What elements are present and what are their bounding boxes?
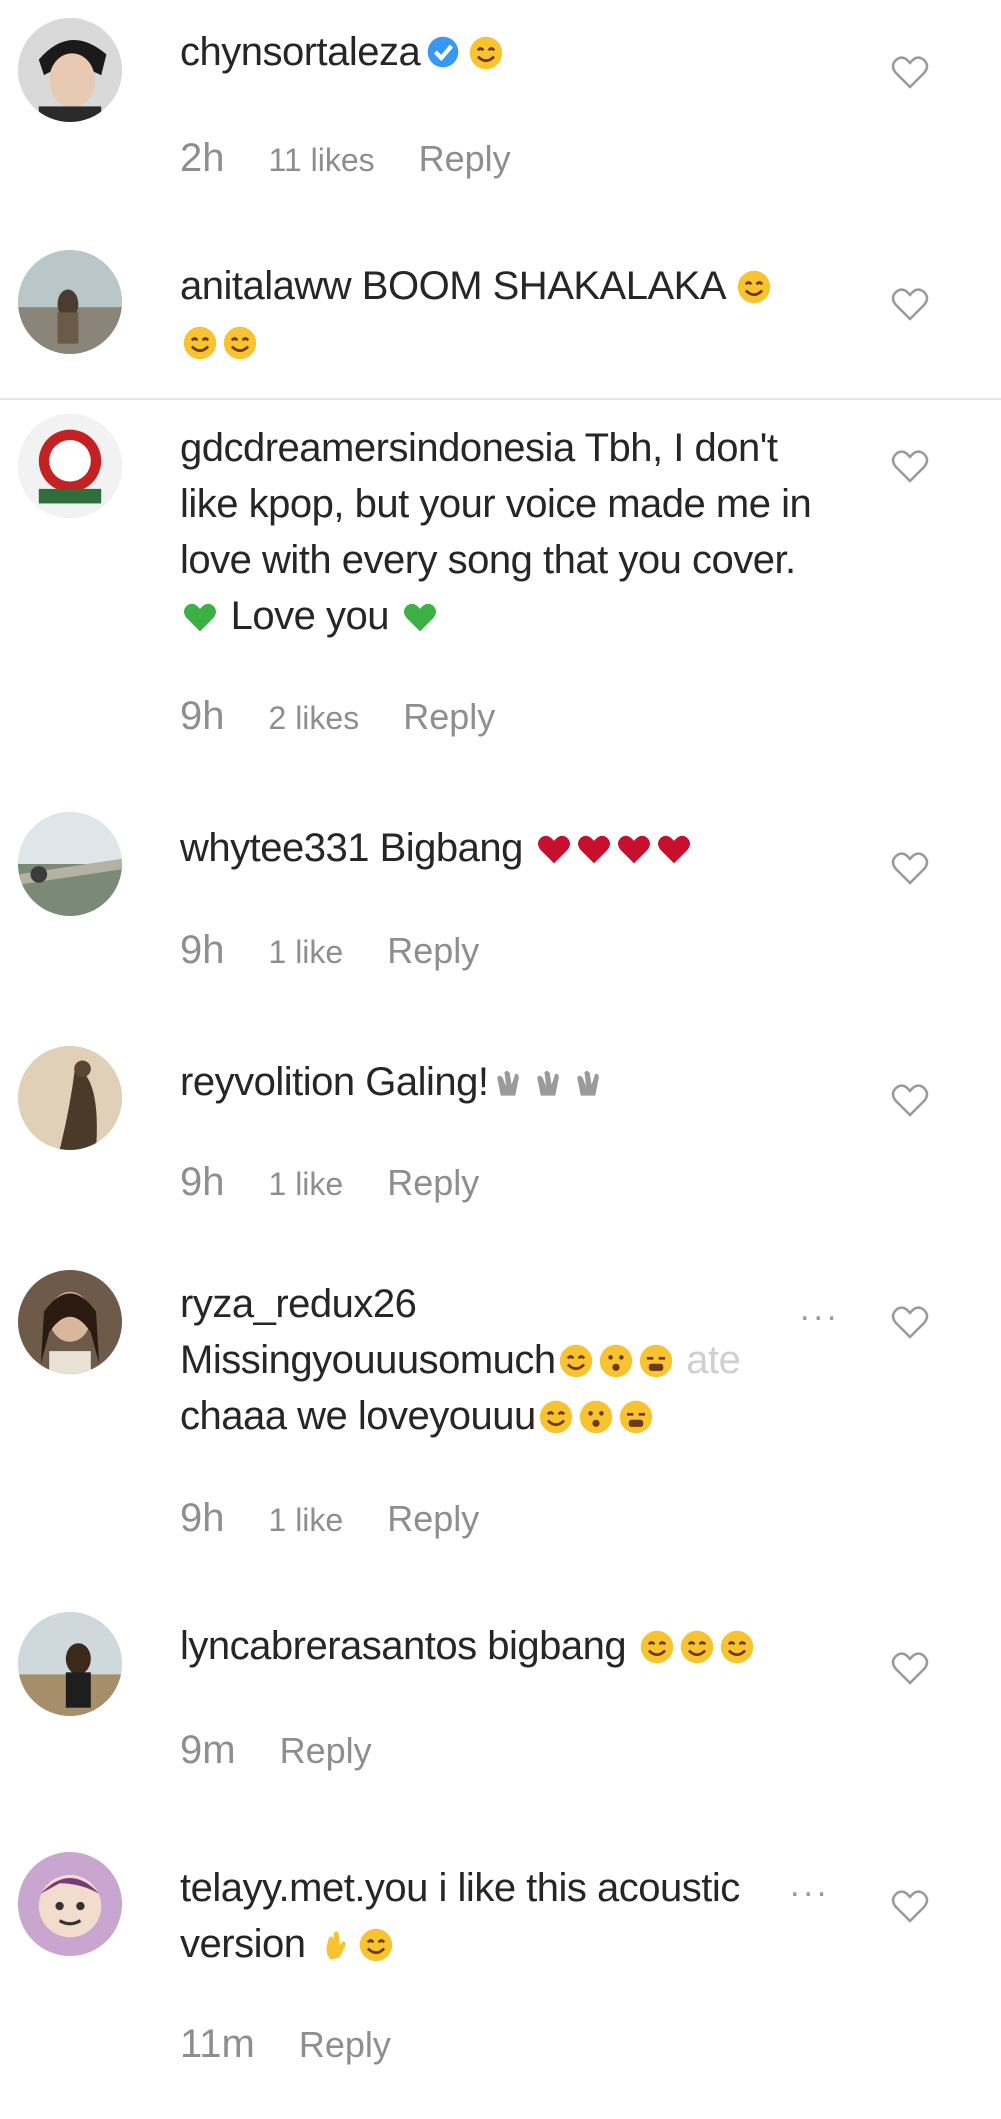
smile-emoji (358, 1927, 394, 1963)
timestamp: 9h (180, 1496, 225, 1540)
comment-text: telayy.met.you i like this acoustic vers… (180, 1860, 840, 1972)
comment-body: Bigbang (379, 826, 524, 870)
timestamp: 11m (180, 2022, 255, 2066)
comment-body: Galing! (365, 1060, 489, 1104)
green-heart-emoji (182, 599, 218, 635)
smile-emoji (538, 1399, 574, 1435)
username[interactable]: gdcdreamersindonesia (180, 426, 575, 470)
clap-emoji (530, 1065, 566, 1101)
smile-emoji (558, 1343, 594, 1379)
heart-icon[interactable] (890, 284, 930, 324)
comment-body: bigbang (487, 1624, 627, 1668)
comment-text: chynsortaleza (180, 24, 840, 80)
heart-icon[interactable] (890, 1080, 930, 1120)
clap-emoji (570, 1065, 606, 1101)
hand-emoji (318, 1927, 354, 1963)
username[interactable]: telayy.met.you (180, 1866, 428, 1910)
comment-text: anitalaww BOOM SHAKALAKA (180, 258, 840, 370)
reply-button[interactable]: Reply (387, 1498, 479, 1540)
avatar[interactable] (18, 250, 122, 354)
cry-emoji (638, 1343, 674, 1379)
heart-icon[interactable] (890, 1886, 930, 1926)
smile-emoji (182, 325, 218, 361)
username[interactable]: ryza_redux26 (180, 1282, 417, 1326)
heart-icon[interactable] (890, 848, 930, 888)
smile-emoji (639, 1629, 675, 1665)
comment-text: reyvolition Galing! (180, 1054, 840, 1110)
more-options-icon[interactable]: ... (790, 1866, 830, 1905)
comment-text: whytee331 Bigbang (180, 820, 840, 876)
username[interactable]: reyvolition (180, 1060, 355, 1104)
comment-body: BOOM SHAKALAKA (361, 264, 725, 308)
smile-emoji (736, 269, 772, 305)
comment-text: ryza_redux26 Missingyouuusomuch ate chaa… (180, 1276, 840, 1444)
avatar[interactable] (18, 1046, 122, 1150)
comment-text: gdcdreamersindonesia Tbh, I don't like k… (180, 420, 840, 644)
smile-emoji (679, 1629, 715, 1665)
likes-count[interactable]: 1 like (269, 1502, 344, 1539)
comment-meta: 9h 2 likes Reply (180, 694, 495, 739)
green-heart-emoji (402, 599, 438, 635)
likes-count[interactable]: 1 like (269, 934, 344, 971)
more-options-icon[interactable]: ... (800, 1290, 840, 1329)
reply-button[interactable]: Reply (387, 1162, 479, 1204)
heart-icon[interactable] (890, 1648, 930, 1688)
timestamp: 9h (180, 1160, 225, 1204)
avatar[interactable] (18, 1270, 122, 1374)
reply-button[interactable]: Reply (419, 138, 511, 180)
reply-button[interactable]: Reply (280, 1730, 372, 1772)
heart-icon[interactable] (890, 446, 930, 486)
username[interactable]: whytee331 (180, 826, 369, 870)
avatar[interactable] (18, 812, 122, 916)
red-heart-emoji (576, 831, 612, 867)
reply-button[interactable]: Reply (299, 2024, 391, 2066)
avatar[interactable] (18, 1852, 122, 1956)
comment-meta: 11m Reply (180, 2022, 391, 2067)
red-heart-emoji (616, 831, 652, 867)
likes-count[interactable]: 1 like (269, 1166, 344, 1203)
comment-text: lyncabrerasantos bigbang (180, 1618, 840, 1674)
cry-emoji (618, 1399, 654, 1435)
username[interactable]: chynsortaleza (180, 30, 421, 74)
timestamp: 9h (180, 694, 225, 738)
comment-meta: 9h 1 like Reply (180, 1160, 479, 1205)
avatar[interactable] (18, 1612, 122, 1716)
comment-body-line2: chaaa we loveyouuu (180, 1394, 536, 1438)
comment-body: i like this acoustic (438, 1866, 741, 1910)
comment-meta: 9h 1 like Reply (180, 1496, 479, 1541)
comment-body-fade: ate (686, 1338, 741, 1382)
comment-meta: 2h 11 likes Reply (180, 136, 511, 181)
heart-icon[interactable] (890, 52, 930, 92)
timestamp: 9m (180, 1728, 236, 1772)
likes-count[interactable]: 2 likes (269, 700, 360, 737)
verified-badge-icon (426, 35, 460, 69)
username[interactable]: anitalaww (180, 264, 352, 308)
avatar[interactable] (18, 414, 122, 518)
comment-meta: 9h 1 like Reply (180, 928, 479, 973)
reply-button[interactable]: Reply (387, 930, 479, 972)
avatar[interactable] (18, 18, 122, 122)
smile-emoji (719, 1629, 755, 1665)
divider (0, 398, 1001, 400)
likes-count[interactable]: 11 likes (269, 142, 375, 179)
kiss-emoji (578, 1399, 614, 1435)
reply-button[interactable]: Reply (403, 696, 495, 738)
kiss-emoji (598, 1343, 634, 1379)
clap-emoji (490, 1065, 526, 1101)
smile-emoji (468, 35, 504, 71)
comment-meta: 9m Reply (180, 1728, 372, 1773)
comment-body-line2: version (180, 1922, 306, 1966)
comment-body: Missingyouuusomuch (180, 1338, 556, 1382)
smile-emoji (222, 325, 258, 361)
heart-icon[interactable] (890, 1302, 930, 1342)
username[interactable]: lyncabrerasantos (180, 1624, 477, 1668)
red-heart-emoji (656, 831, 692, 867)
comment-body-end: Love you (230, 594, 390, 638)
timestamp: 9h (180, 928, 225, 972)
timestamp: 2h (180, 136, 225, 180)
red-heart-emoji (536, 831, 572, 867)
